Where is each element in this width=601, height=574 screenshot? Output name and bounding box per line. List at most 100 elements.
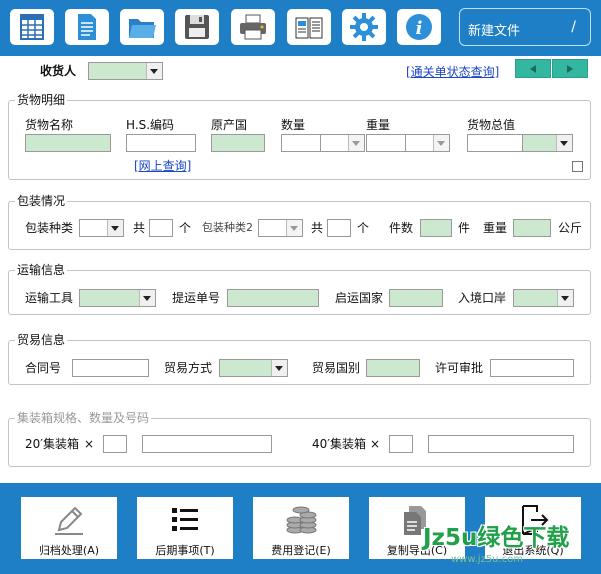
- contract-label: 合同号: [25, 361, 62, 375]
- depart-country-input[interactable]: [389, 289, 443, 307]
- consignee-label: 收货人: [40, 64, 77, 78]
- pack-unit2-label: 个: [357, 221, 370, 235]
- container-20-times: ×: [84, 437, 95, 451]
- packing-title: 包装情况: [15, 194, 68, 208]
- quantity-input[interactable]: [281, 134, 321, 152]
- container-20-count[interactable]: [103, 435, 127, 453]
- document-icon: [78, 14, 96, 40]
- book-button[interactable]: [287, 9, 331, 45]
- pack-weight-unit-label: 公斤: [558, 221, 583, 235]
- pack-unit-label: 个: [179, 221, 192, 235]
- pieces-unit-label: 件: [458, 221, 471, 235]
- prev-button[interactable]: [515, 59, 551, 78]
- settings-button[interactable]: [342, 9, 386, 45]
- pack-count-input[interactable]: [149, 219, 173, 237]
- hs-code-input[interactable]: [126, 134, 196, 152]
- online-query-link[interactable]: [网上查询]: [134, 157, 191, 174]
- pack-total-label: 共: [133, 221, 146, 235]
- followup-label: 后期事项(T): [155, 544, 215, 557]
- copy-export-label: 复制导出(C): [386, 544, 448, 557]
- exit-button[interactable]: 退出系统(Q): [485, 497, 581, 559]
- pencil-icon: [55, 506, 83, 535]
- spreadsheet-button[interactable]: [10, 9, 54, 45]
- printer-icon: [240, 14, 266, 40]
- bottom-action-bar: 归档处理(A) 后期事项(T) 费用登记(E) 复制导出(C) 退出系统(Q): [0, 483, 601, 574]
- container-40-label: 40′集装箱: [312, 437, 366, 451]
- chevron-left-icon: [530, 64, 536, 73]
- copy-export-icon: [404, 506, 426, 535]
- pack-weight-label: 重量: [483, 221, 508, 235]
- weight-unit-select[interactable]: [405, 134, 450, 152]
- status-query-link[interactable]: [通关单状态查询]: [406, 63, 499, 80]
- spreadsheet-icon: [20, 14, 44, 40]
- hs-code-label: H.S.编码: [126, 118, 175, 132]
- goods-name-input[interactable]: [25, 134, 111, 152]
- exit-label: 退出系统(Q): [502, 544, 564, 557]
- svg-text:i: i: [416, 18, 423, 39]
- new-file-label: 新建文件: [468, 24, 521, 39]
- transport-title: 运输信息: [15, 263, 68, 277]
- trade-title: 贸易信息: [15, 333, 68, 347]
- pack-count2-input[interactable]: [327, 219, 351, 237]
- gear-icon: [350, 13, 378, 41]
- info-button[interactable]: i: [397, 9, 441, 45]
- pack-weight-input[interactable]: [513, 219, 551, 237]
- fee-label: 费用登记(E): [271, 544, 331, 557]
- container-40-times: ×: [370, 437, 381, 451]
- trade-country-input[interactable]: [366, 359, 420, 377]
- origin-input[interactable]: [211, 134, 265, 152]
- contract-input[interactable]: [72, 359, 149, 377]
- container-title: 集装箱规格、数量及号码: [15, 411, 152, 425]
- copy-export-button[interactable]: 复制导出(C): [369, 497, 465, 559]
- bill-no-input[interactable]: [227, 289, 319, 307]
- print-button[interactable]: [231, 9, 275, 45]
- permit-label: 许可审批: [435, 361, 484, 375]
- next-button[interactable]: [552, 59, 588, 78]
- container-40-count[interactable]: [389, 435, 413, 453]
- pack-type2-label: 包装种类2: [202, 221, 253, 234]
- entry-port-select[interactable]: [513, 289, 574, 307]
- trade-mode-select[interactable]: [219, 359, 288, 377]
- container-20-label: 20′集装箱: [25, 437, 79, 451]
- archive-button[interactable]: 归档处理(A): [21, 497, 117, 559]
- folder-open-icon: [129, 19, 156, 38]
- pack-type2-select[interactable]: [258, 219, 303, 237]
- exit-icon: [522, 505, 549, 535]
- pieces-input[interactable]: [420, 219, 452, 237]
- container-20-number[interactable]: [142, 435, 272, 453]
- origin-label: 原产国: [211, 118, 248, 132]
- book-icon: [295, 17, 323, 39]
- consignee-select[interactable]: [88, 62, 163, 80]
- goods-title: 货物明细: [15, 93, 68, 107]
- weight-label: 重量: [366, 118, 391, 132]
- quantity-unit-select[interactable]: [320, 134, 365, 152]
- currency-select[interactable]: [522, 134, 573, 152]
- followup-button[interactable]: 后期事项(T): [137, 497, 233, 559]
- transport-tool-label: 运输工具: [25, 291, 74, 305]
- goods-checkbox[interactable]: [572, 161, 583, 172]
- quantity-label: 数量: [281, 118, 306, 132]
- transport-tool-select[interactable]: [79, 289, 156, 307]
- chevron-right-icon: [567, 64, 573, 73]
- pack-type-select[interactable]: [79, 219, 124, 237]
- save-disk-icon: [185, 15, 209, 39]
- coins-icon: [286, 506, 317, 534]
- document-button[interactable]: [65, 9, 109, 45]
- archive-label: 归档处理(A): [38, 544, 100, 557]
- info-icon: i: [406, 14, 432, 40]
- trade-mode-label: 贸易方式: [164, 361, 213, 375]
- container-40-number[interactable]: [428, 435, 574, 453]
- trade-country-label: 贸易国别: [312, 361, 361, 375]
- pieces-label: 件数: [389, 221, 414, 235]
- new-file-mark: /: [571, 19, 576, 35]
- total-value-input[interactable]: [467, 134, 523, 152]
- fee-button[interactable]: 费用登记(E): [253, 497, 349, 559]
- open-folder-button[interactable]: [120, 9, 164, 45]
- list-icon: [172, 508, 198, 531]
- entry-port-label: 入境口岸: [458, 291, 507, 305]
- new-file-box[interactable]: 新建文件 /: [459, 8, 591, 46]
- save-button[interactable]: [175, 9, 219, 45]
- permit-input[interactable]: [490, 359, 574, 377]
- weight-input[interactable]: [366, 134, 406, 152]
- bill-no-label: 提运单号: [172, 291, 221, 305]
